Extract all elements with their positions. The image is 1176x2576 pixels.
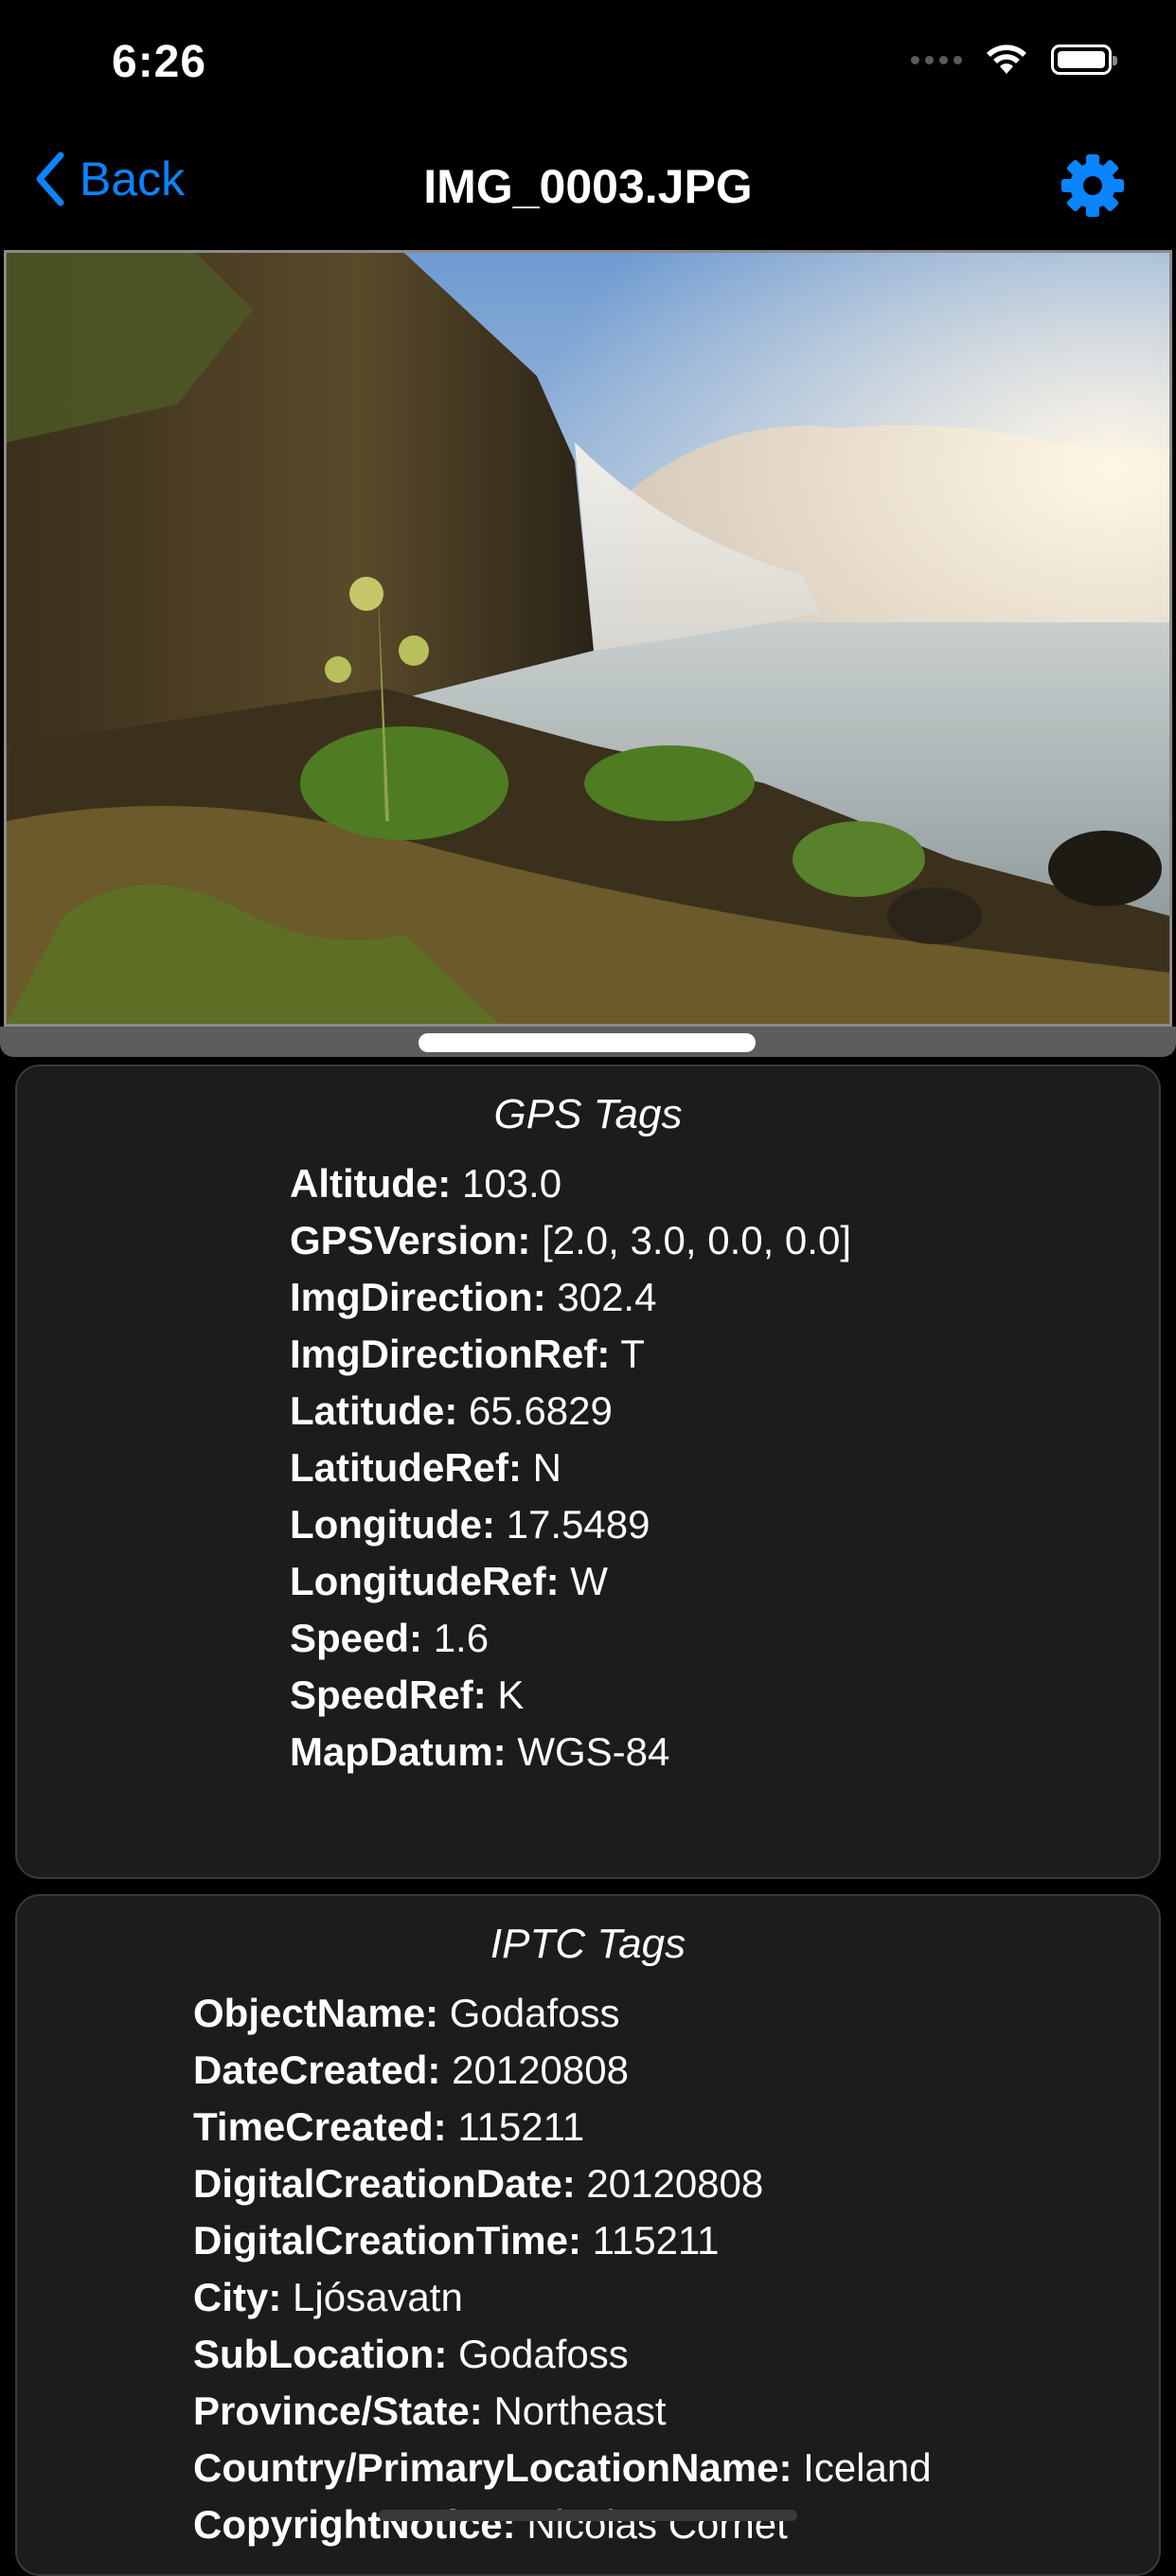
iptc-tag-list: ObjectName: Godafoss DateCreated: 201208… bbox=[17, 1985, 1159, 2553]
status-icons bbox=[911, 44, 1117, 76]
tag-row: ImgDirectionRef: T bbox=[290, 1332, 645, 1376]
tag-row: TimeCreated: 115211 bbox=[193, 2104, 585, 2149]
tag-row: LongitudeRef: W bbox=[290, 1559, 608, 1603]
page-title: IMG_0003.JPG bbox=[423, 160, 753, 213]
photo-preview[interactable] bbox=[4, 250, 1172, 1027]
tag-row: SubLocation: Godafoss bbox=[193, 2332, 629, 2376]
gps-card-title: GPS Tags bbox=[493, 1091, 683, 1137]
tag-row: City: Ljósavatn bbox=[193, 2275, 463, 2319]
tag-row: Longitude: 17.5489 bbox=[290, 1502, 650, 1547]
waterfall-photo bbox=[7, 253, 1169, 1024]
battery-icon bbox=[1051, 45, 1117, 75]
tag-row: SpeedRef: K bbox=[290, 1673, 525, 1717]
status-time: 6:26 bbox=[112, 37, 207, 87]
iptc-tags-card: IPTC Tags ObjectName: Godafoss DateCreat… bbox=[15, 1894, 1161, 2576]
tag-row: GPSVersion: [2.0, 3.0, 0.0, 0.0] bbox=[290, 1218, 851, 1262]
status-bar: 6:26 bbox=[0, 0, 1176, 123]
wifi-icon bbox=[987, 45, 1026, 74]
tag-row: DateCreated: 20120808 bbox=[193, 2048, 629, 2092]
iptc-card-title: IPTC Tags bbox=[490, 1921, 686, 1967]
tag-row: LatitudeRef: N bbox=[290, 1445, 562, 1490]
navigation-bar: Back IMG_0003.JPG bbox=[0, 123, 1176, 248]
tag-row: Speed: 1.6 bbox=[290, 1616, 490, 1660]
tag-row: ObjectName: Godafoss bbox=[193, 1991, 620, 2035]
tag-row: Latitude: 65.6829 bbox=[290, 1388, 613, 1433]
tag-row: CopyrightNotice: Nicolas Cornet bbox=[193, 2502, 788, 2547]
tag-row: Country/PrimaryLocationName: Iceland bbox=[193, 2445, 932, 2490]
resize-handle[interactable] bbox=[419, 1033, 756, 1052]
tag-row: ImgDirection: 302.4 bbox=[290, 1275, 657, 1319]
settings-button[interactable] bbox=[1059, 152, 1127, 224]
tag-row: Province/State: Northeast bbox=[193, 2388, 667, 2433]
gps-tags-card: GPS Tags Altitude: 103.0 GPSVersion: [2.… bbox=[15, 1064, 1161, 1879]
gear-icon bbox=[1061, 154, 1124, 217]
tag-row: MapDatum: WGS-84 bbox=[290, 1729, 670, 1774]
home-indicator bbox=[379, 2510, 797, 2521]
tag-row: DigitalCreationDate: 20120808 bbox=[193, 2161, 764, 2206]
tag-row: Altitude: 103.0 bbox=[290, 1161, 562, 1206]
gps-tag-list: Altitude: 103.0 GPSVersion: [2.0, 3.0, 0… bbox=[17, 1155, 1159, 1780]
tag-row: DigitalCreationTime: 115211 bbox=[193, 2218, 720, 2263]
signal-icon bbox=[911, 55, 962, 64]
